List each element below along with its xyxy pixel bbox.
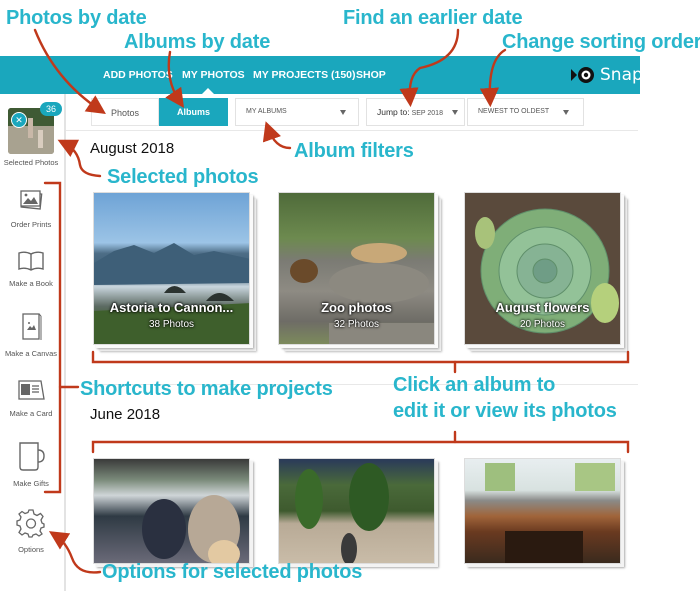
annotation-click-album-2: edit it or view its photos: [393, 400, 617, 422]
selected-count-badge: 36: [40, 102, 62, 116]
sidebar-item-make-gifts[interactable]: Make Gifts: [0, 440, 62, 488]
jump-to-label: Jump to:: [377, 107, 410, 117]
nav-add-photos[interactable]: ADD PHOTOS: [103, 69, 173, 81]
album-filter-value: MY ALBUMS: [246, 108, 287, 115]
top-nav-bar: ADD PHOTOS MY PHOTOS MY PROJECTS (150) S…: [0, 56, 640, 94]
snapfish-logo[interactable]: Snapfish: [570, 64, 673, 86]
book-icon: [18, 251, 44, 271]
options-label: Options: [18, 545, 44, 554]
view-albums-tab[interactable]: Albums: [159, 98, 228, 126]
album-title: Zoo photos: [321, 300, 392, 315]
order-prints-label: Order Prints: [10, 220, 52, 229]
album-photo-count: 20 Photos: [519, 319, 566, 330]
chevron-down-icon: [452, 110, 458, 115]
sidebar-item-options[interactable]: Options: [0, 508, 62, 554]
album-card-june-2[interactable]: [278, 458, 438, 567]
album-card-june-3[interactable]: [464, 458, 624, 567]
annotation-change-sorting: Change sorting order: [502, 31, 700, 53]
bracket-august-albums: [91, 350, 630, 364]
gear-icon: [16, 509, 45, 538]
album-photo-count: 38 Photos: [148, 319, 195, 330]
make-canvas-label: Make a Canvas: [4, 349, 58, 358]
album-photo-count: 32 Photos: [333, 319, 380, 330]
mug-icon: [19, 442, 45, 471]
album-title: Astoria to Cannon...: [109, 300, 234, 315]
sidebar-item-make-book[interactable]: Make a Book: [0, 250, 62, 288]
bracket-june-albums: [91, 440, 630, 454]
section-title-august-2018: August 2018: [90, 140, 175, 157]
section-title-june-2018: June 2018: [90, 406, 161, 423]
album-filter-dropdown[interactable]: MY ALBUMS: [235, 98, 359, 126]
chevron-down-icon: [340, 110, 346, 115]
arrow-album-filters: [262, 121, 292, 150]
nav-shop[interactable]: SHOP: [356, 69, 386, 81]
sort-order-dropdown[interactable]: NEWEST TO OLDEST: [467, 98, 584, 126]
annotation-selected-photos: Selected photos: [107, 166, 259, 188]
make-gifts-label: Make Gifts: [13, 479, 49, 488]
album-cover-image: [464, 458, 621, 564]
selected-photos-label: Selected Photos: [3, 158, 59, 167]
jump-to-value: SEP 2018: [411, 110, 443, 117]
album-card-june-1[interactable]: [93, 458, 253, 567]
sidebar-item-order-prints[interactable]: Order Prints: [0, 187, 62, 229]
clear-selection-icon[interactable]: ✕: [11, 112, 27, 128]
annotation-shortcuts: Shortcuts to make projects: [80, 378, 333, 400]
album-card-astoria[interactable]: Astoria to Cannon... 38 Photos: [93, 192, 256, 351]
make-book-label: Make a Book: [9, 279, 53, 288]
annotation-album-filters: Album filters: [294, 140, 414, 162]
logo-text: Snapfish: [600, 65, 674, 85]
album-title: August flowers: [495, 300, 590, 315]
album-card-zoo[interactable]: Zoo photos 32 Photos: [278, 192, 441, 351]
sort-order-value: NEWEST TO OLDEST: [478, 108, 550, 115]
album-cover-image: [93, 458, 250, 564]
toolbar-divider: [66, 130, 638, 131]
annotation-albums-by-date: Albums by date: [124, 31, 271, 53]
view-photos-tab[interactable]: Photos: [91, 98, 159, 126]
annotation-photos-by-date: Photos by date: [6, 7, 147, 29]
nav-my-projects[interactable]: MY PROJECTS (150): [253, 69, 356, 81]
canvas-icon: [22, 313, 42, 340]
fish-icon: [571, 67, 594, 83]
annotation-find-earlier-date: Find an earlier date: [343, 7, 523, 29]
make-card-label: Make a Card: [9, 409, 53, 418]
annotation-click-album-1: Click an album to: [393, 374, 556, 396]
prints-icon: [20, 190, 43, 210]
jump-to-dropdown[interactable]: Jump to: SEP 2018: [366, 98, 465, 126]
sidebar-item-make-canvas[interactable]: Make a Canvas: [0, 312, 62, 358]
selected-photos-label-wrap: Selected Photos: [0, 156, 62, 167]
sidebar-item-make-card[interactable]: Make a Card: [0, 378, 62, 418]
active-nav-indicator: [202, 88, 214, 94]
nav-my-photos[interactable]: MY PHOTOS: [182, 69, 245, 81]
album-cover-image: [278, 458, 435, 564]
chevron-down-icon: [563, 110, 569, 115]
album-card-august-flowers[interactable]: August flowers 20 Photos: [464, 192, 627, 351]
annotation-options-selected: Options for selected photos: [102, 561, 363, 583]
card-icon: [18, 380, 45, 400]
